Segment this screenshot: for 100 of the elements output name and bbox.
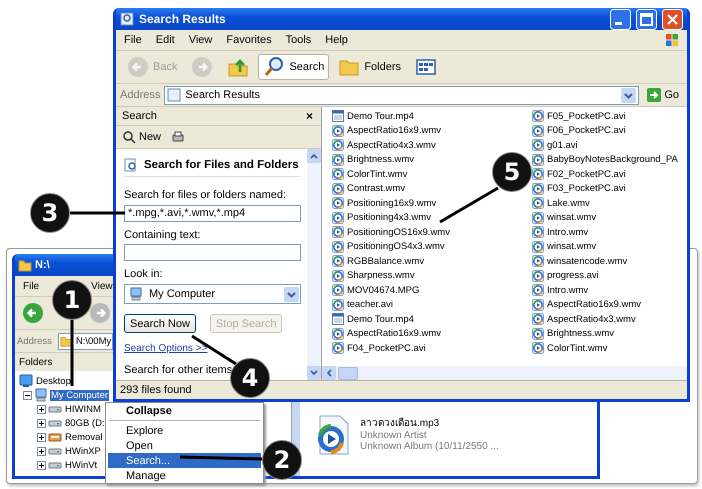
menu-item[interactable]: Help (325, 34, 348, 46)
file-name[interactable]: Contrast.wmv (347, 183, 406, 194)
media-player-file-icon (532, 298, 544, 311)
address-field[interactable]: Search Results (164, 86, 640, 104)
media-player-file-icon (532, 110, 544, 122)
maximize-button[interactable] (636, 8, 657, 30)
file-name[interactable]: Brightness.wmv (547, 328, 614, 340)
file-name[interactable]: MOV04674.MPG (347, 284, 420, 296)
printer-icon[interactable] (171, 130, 186, 144)
tree-item[interactable]: Removal (64, 432, 104, 442)
media-player-file-icon (332, 270, 344, 282)
file-name[interactable]: winsat.wmv (547, 212, 596, 224)
address-field[interactable]: N:\00My (58, 332, 113, 350)
folders-button[interactable]: Folders (333, 54, 406, 80)
containing-text-field[interactable] (124, 244, 301, 262)
field-label: Search for files or folders named: (124, 189, 288, 202)
menu-item[interactable]: Tools (286, 34, 312, 46)
menu-item[interactable]: Favorites (226, 34, 272, 46)
tree-item[interactable]: HIWINM (64, 404, 102, 414)
file-name[interactable]: winsat.wmv (547, 241, 596, 252)
file-name[interactable]: AspectRatio16x9.wmv (547, 299, 641, 310)
tree-item[interactable]: HWinVt (64, 460, 98, 470)
file-name[interactable]: AspectRatio4x3.wmv (347, 140, 436, 151)
pane-title: Search (122, 110, 157, 122)
search-action-button[interactable]: Search Now (124, 314, 196, 334)
media-player-file-icon (532, 168, 544, 180)
media-player-file-icon (332, 342, 344, 354)
file-name[interactable]: RGBBalance.wmv (347, 256, 424, 267)
media-player-file-icon (532, 284, 544, 296)
file-name[interactable]: progress.avi (547, 270, 599, 282)
expand-box-icon[interactable] (37, 432, 46, 442)
menu-item[interactable]: File (124, 34, 142, 46)
close-button[interactable]: × (304, 109, 315, 123)
file-name[interactable]: Intro.wmv (547, 284, 588, 296)
file-name[interactable]: F06_PocketPC.avi (547, 125, 626, 136)
tree-item[interactable]: My Computer (50, 390, 110, 400)
tree-item[interactable]: Desktop (35, 376, 72, 386)
new-button[interactable]: New (120, 130, 164, 144)
file-name[interactable]: Lake.wmv (547, 198, 590, 209)
expand-box-icon[interactable] (37, 460, 46, 470)
file-name[interactable]: F04_PocketPC.avi (347, 342, 426, 354)
file-name-field[interactable]: *.mpg,*.avi,*.wmv,*.mp4 (124, 205, 301, 222)
media-player-file-icon (532, 182, 544, 195)
scroll-thumb[interactable] (338, 366, 358, 380)
file-name[interactable]: AspectRatio16x9.wmv (347, 125, 441, 136)
expand-box-icon[interactable] (37, 418, 46, 428)
menu-item[interactable]: Explore (108, 423, 261, 438)
menu-item[interactable]: Edit (156, 34, 175, 46)
file-name[interactable]: Positioning4x3.wmv (347, 212, 431, 224)
file-name[interactable]: Intro.wmv (547, 226, 588, 238)
scroll-up-icon[interactable] (307, 149, 321, 163)
file-name[interactable]: PositioningOS16x9.wmv (347, 226, 450, 238)
close-button[interactable] (662, 8, 683, 30)
look-in-dropdown[interactable]: My Computer (124, 284, 301, 304)
leader-line (439, 186, 499, 224)
folder-icon (18, 258, 32, 272)
horizontal-scrollbar[interactable] (322, 366, 687, 380)
file-name[interactable]: F02_PocketPC.avi (547, 168, 626, 180)
menu-item[interactable]: Collapse (108, 403, 261, 418)
search-options-link[interactable]: Search Options >> (124, 343, 208, 354)
menu-item[interactable]: Open (108, 438, 261, 453)
file-name[interactable]: Demo Tour.mp4 (347, 110, 414, 122)
search-button[interactable]: Search (258, 54, 330, 80)
media-player-file-icon (332, 328, 344, 340)
file-name[interactable]: F03_PocketPC.avi (547, 183, 626, 194)
video-file-icon (332, 313, 344, 326)
menu-item[interactable]: View (188, 34, 212, 46)
leader-line (70, 320, 74, 386)
go-button[interactable]: Go (643, 88, 683, 102)
file-name[interactable]: ColorTint.wmv (347, 168, 408, 180)
media-player-file-icon (332, 226, 344, 238)
file-name[interactable]: Sharpness.wmv (347, 270, 415, 282)
collapse-box-icon[interactable] (23, 390, 32, 400)
file-name[interactable]: ColorTint.wmv (547, 342, 608, 354)
file-name[interactable]: AspectRatio16x9.wmv (347, 328, 441, 340)
minimize-button[interactable] (610, 8, 631, 30)
scroll-down-icon[interactable] (307, 366, 321, 380)
file-name[interactable]: AspectRatio4x3.wmv (547, 314, 636, 325)
field-label: Containing text: (124, 228, 202, 242)
computer-icon (34, 388, 48, 402)
file-name[interactable]: PositioningOS4x3.wmv (347, 241, 445, 252)
file-name[interactable]: F05_PocketPC.avi (547, 110, 626, 122)
file-name[interactable]: Demo Tour.mp4 (347, 314, 414, 325)
file-name[interactable]: g01.avi (547, 140, 578, 151)
file-name[interactable]: Brightness.wmv (347, 154, 414, 166)
media-player-file-icon (332, 284, 344, 296)
file-name[interactable]: winsatencode.wmv (547, 256, 628, 267)
file-name[interactable]: BabyBoyNotesBackground_PA (547, 154, 678, 166)
file-name[interactable]: teacher.avi (347, 299, 393, 310)
menu-item[interactable]: View (91, 280, 113, 292)
search-page-icon (124, 158, 138, 172)
tree-item[interactable]: HWinXP (64, 446, 102, 456)
expand-box-icon[interactable] (37, 446, 46, 456)
tree-item[interactable]: 80GB (D: (64, 418, 106, 428)
vertical-scrollbar[interactable] (307, 149, 321, 380)
file-name[interactable]: Positioning16x9.wmv (347, 198, 436, 209)
menu-item[interactable]: File (23, 280, 40, 292)
expand-box-icon[interactable] (37, 404, 46, 414)
menu-item[interactable]: Manage (108, 468, 261, 483)
scroll-left-icon[interactable] (322, 366, 336, 380)
